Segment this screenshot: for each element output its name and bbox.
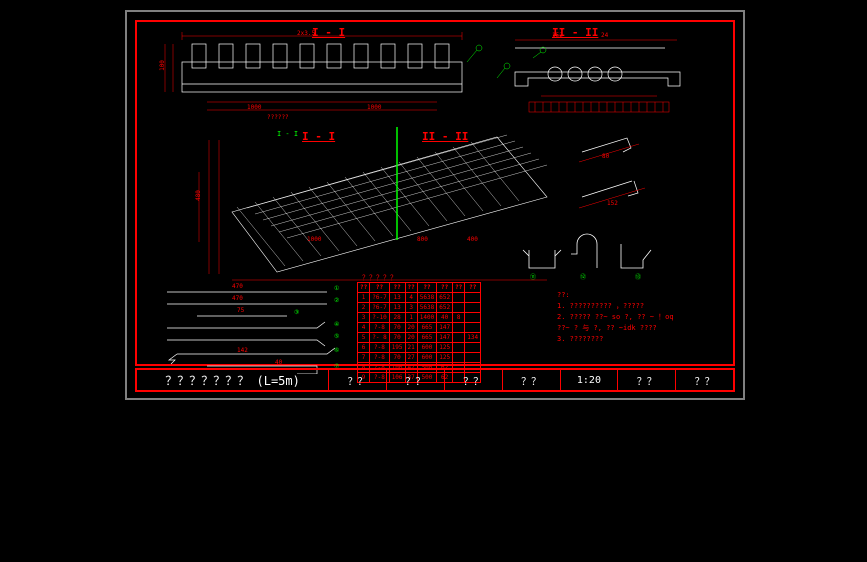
bar: ① [334, 285, 339, 292]
barlen: 470 [232, 283, 243, 290]
dim: 152 [607, 200, 618, 207]
note-2: 2. ????? ??~ so ?, ?? ~ ！oq [557, 312, 674, 323]
table-row: 5?- 87020665147134 [358, 333, 481, 343]
title-c3: ？？ [387, 370, 445, 390]
notes-heading: ??: [557, 290, 674, 301]
dim: ?????? [267, 114, 289, 121]
title-c6: 1:20 [561, 370, 619, 390]
dim: 1000 [307, 236, 321, 243]
drawing-border: I - I II - II I - I II - II I - I [135, 20, 735, 366]
bar: ⑫ [580, 272, 586, 281]
note-1: 1. ?????????? ，????? [557, 301, 674, 312]
bar: ⑪ [530, 272, 536, 281]
dim: 480 [195, 190, 202, 201]
dim: 800 [417, 236, 428, 243]
bar: ⑬ [635, 272, 641, 281]
dim: 400 [467, 236, 478, 243]
dim: 100 [159, 60, 166, 71]
bar: ② [334, 297, 339, 304]
dim: 1000 [247, 104, 261, 111]
title-c8: ？？ [676, 370, 733, 390]
title-c5: ？？ [503, 370, 561, 390]
notes-block: ??: 1. ?????????? ，????? 2. ????? ??~ so… [557, 290, 674, 345]
table-row: 1?6-71345638652 [358, 293, 481, 303]
title-main: ？？？？？？？ (L=5m) [137, 370, 329, 390]
note-3: ??~ ? 与 ?, ?? ~idk ???? [557, 323, 674, 334]
dim: 1000 [367, 104, 381, 111]
table-row: 4?-87020665147 [358, 323, 481, 333]
barlen: 75 [237, 307, 244, 314]
bar: ⑥ [334, 347, 339, 354]
dim: 24 [601, 32, 608, 39]
title-c4: ？？ [445, 370, 503, 390]
bar: ⑤ [334, 333, 339, 340]
cad-frame: I - I II - II I - I II - II I - I [125, 10, 745, 400]
title-c7: ？？ [618, 370, 676, 390]
dim: 80 [602, 153, 609, 160]
note-4: 3. ???????? [557, 334, 674, 345]
bar: ④ [334, 321, 339, 328]
dim: 152 [552, 32, 563, 39]
table-row: 2?6-71335638652 [358, 303, 481, 313]
barlen: 470 [232, 295, 243, 302]
title-c2: ？？ [329, 370, 387, 390]
table-row: 3?-102811400408 [358, 313, 481, 323]
bar: ③ [294, 309, 299, 316]
barlen: 142 [237, 347, 248, 354]
barlen: 40 [275, 359, 282, 366]
dim: 2x3.5 [297, 30, 315, 37]
table-row: 6?-819521600125 [358, 343, 481, 353]
title-block: ？？？？？？？ (L=5m) ？？ ？？ ？？ ？？ 1:20 ？？ ？？ [135, 368, 735, 392]
table-row: 7?-87027600125 [358, 353, 481, 363]
table-head-row: ?? ?? ?? ?? ?? ?? ?? ?? [358, 283, 481, 293]
